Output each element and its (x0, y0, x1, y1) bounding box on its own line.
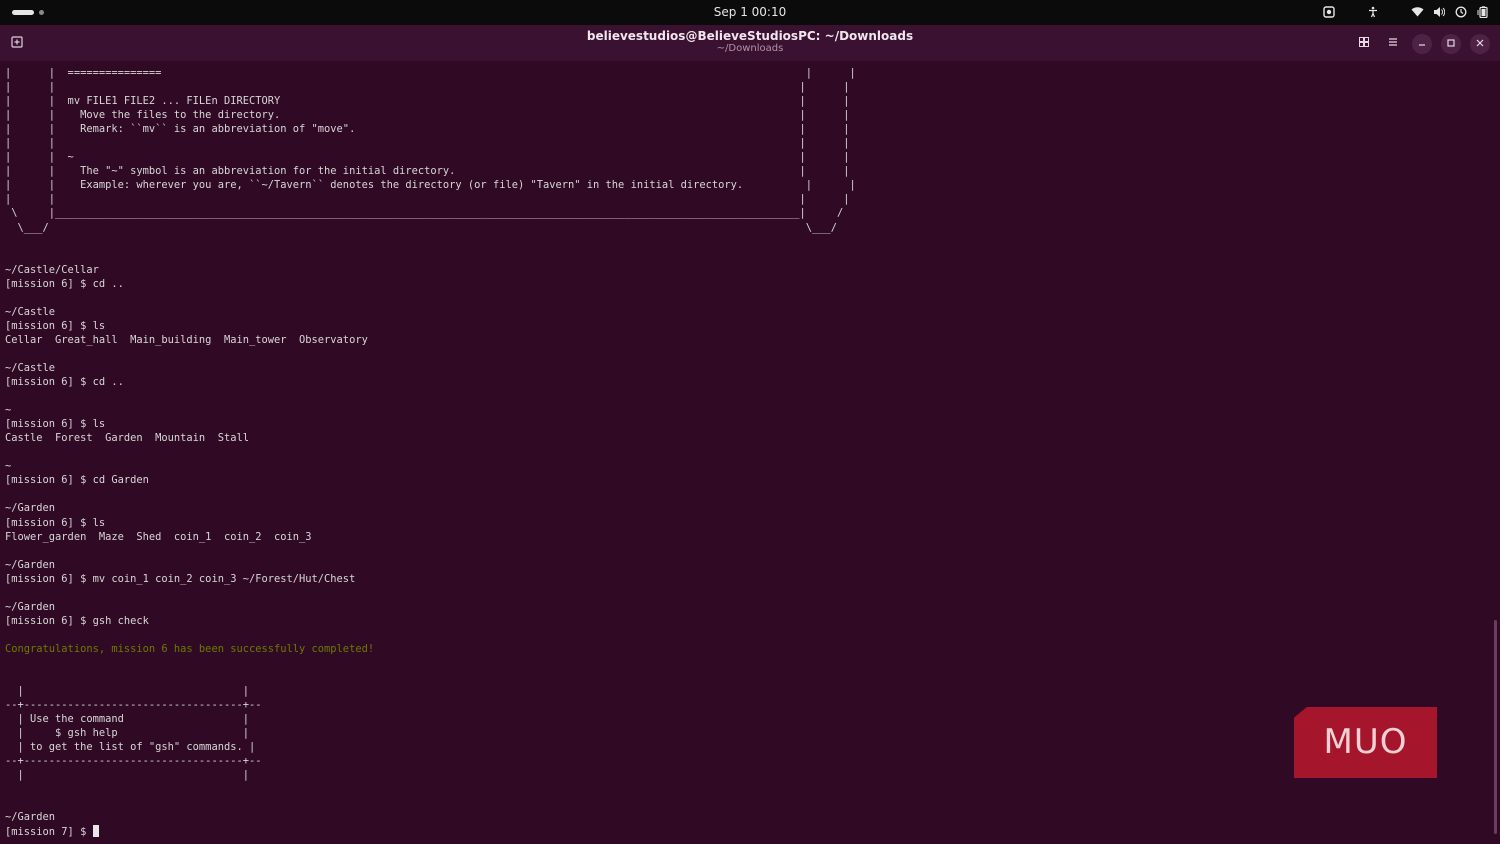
terminal-line: | | (5, 769, 249, 782)
wifi-icon[interactable] (1410, 6, 1424, 20)
menu-icon[interactable] (1383, 34, 1403, 54)
terminal-line: | | The "~" symbol is an abbreviation fo… (5, 165, 850, 178)
volume-icon[interactable] (1432, 6, 1446, 20)
window-controls (1354, 34, 1490, 54)
terminal-line: [mission 6] $ mv coin_1 coin_2 coin_3 ~/… (5, 572, 356, 585)
terminal-scrollbar[interactable] (1494, 620, 1497, 834)
terminal-line: | to get the list of "gsh" commands. | (5, 741, 256, 754)
terminal-line: [mission 6] $ cd Garden (5, 474, 149, 487)
terminal-title-bar[interactable]: believestudios@BelieveStudiosPC: ~/Downl… (0, 25, 1500, 61)
terminal-line: | $ gsh help | (5, 727, 249, 740)
window-title: believestudios@BelieveStudiosPC: ~/Downl… (586, 29, 914, 43)
clock[interactable]: Sep 1 00:10 (0, 5, 1500, 19)
maximize-icon[interactable] (1441, 34, 1461, 54)
terminal-line: | | | | (5, 81, 850, 94)
terminal-line: [mission 6] $ cd .. (5, 277, 124, 290)
muo-watermark-logo: MUO (1294, 707, 1437, 778)
terminal-line: ~/Garden (5, 811, 56, 824)
terminal-line: ~/Garden (5, 502, 56, 515)
terminal-line: Castle Forest Garden Mountain Stall (5, 432, 249, 445)
terminal-line: | | ~ | | (5, 151, 850, 164)
terminal-line: [mission 6] $ cd .. (5, 376, 124, 389)
system-tray[interactable] (1322, 4, 1490, 21)
terminal-line: Flower_garden Maze Shed coin_1 coin_2 co… (5, 530, 312, 543)
terminal-line: [mission 6] $ ls (5, 418, 106, 431)
terminal-line: [mission 6] $ ls (5, 319, 106, 332)
terminal-line: \___/ \___/ (5, 221, 838, 234)
window-subtitle: ~/Downloads (716, 43, 784, 54)
terminal-output[interactable]: | | =============== | | | | | | | | mv F… (5, 66, 1485, 844)
terminal-line: [mission 6] $ ls (5, 516, 106, 529)
terminal-line: | | (5, 685, 249, 698)
terminal-line: ~ (5, 460, 12, 473)
terminal-line: --+-----------------------------------+-… (5, 755, 262, 768)
power-profile-icon[interactable] (1454, 6, 1468, 20)
terminal-line: --+-----------------------------------+-… (5, 699, 262, 712)
screen-record-icon[interactable] (1322, 5, 1336, 20)
terminal-line: Cellar Great_hall Main_building Main_tow… (5, 333, 368, 346)
minimize-icon[interactable] (1412, 34, 1432, 54)
terminal-line: | | =============== | | (5, 67, 856, 79)
terminal-line: ~/Castle (5, 305, 56, 318)
terminal-line: ~/Castle/Cellar (5, 263, 99, 276)
view-tabs-icon[interactable] (1354, 34, 1374, 54)
success-message: Congratulations, mission 6 has been succ… (5, 642, 375, 655)
text-cursor (92, 824, 99, 837)
terminal-line: | | | | (5, 193, 850, 206)
terminal-line: ~/Garden (5, 600, 56, 613)
command-prompt-line[interactable]: [mission 7] $ (5, 824, 1485, 839)
terminal-line: | Use the command | (5, 713, 249, 726)
terminal-line: | | Move the files to the directory. | | (5, 109, 850, 122)
terminal-line: | | Remark: ``mv`` is an abbreviation of… (5, 123, 850, 136)
terminal-line: \ |_____________________________________… (5, 207, 844, 220)
close-icon[interactable] (1470, 34, 1490, 54)
prompt-text: [mission 7] $ (5, 825, 93, 838)
battery-icon[interactable] (1476, 5, 1490, 20)
system-top-bar: Sep 1 00:10 (0, 0, 1500, 25)
terminal-line: | | mv FILE1 FILE2 ... FILEn DIRECTORY |… (5, 95, 850, 108)
terminal-line: ~ (5, 404, 12, 417)
terminal-line: ~/Castle (5, 361, 56, 374)
terminal-line: | | | | (5, 137, 850, 150)
terminal-line: | | Example: wherever you are, ``~/Taver… (5, 179, 856, 192)
accessibility-icon[interactable] (1366, 6, 1380, 20)
terminal-line: ~/Garden (5, 558, 56, 571)
terminal-line: [mission 6] $ gsh check (5, 614, 149, 627)
